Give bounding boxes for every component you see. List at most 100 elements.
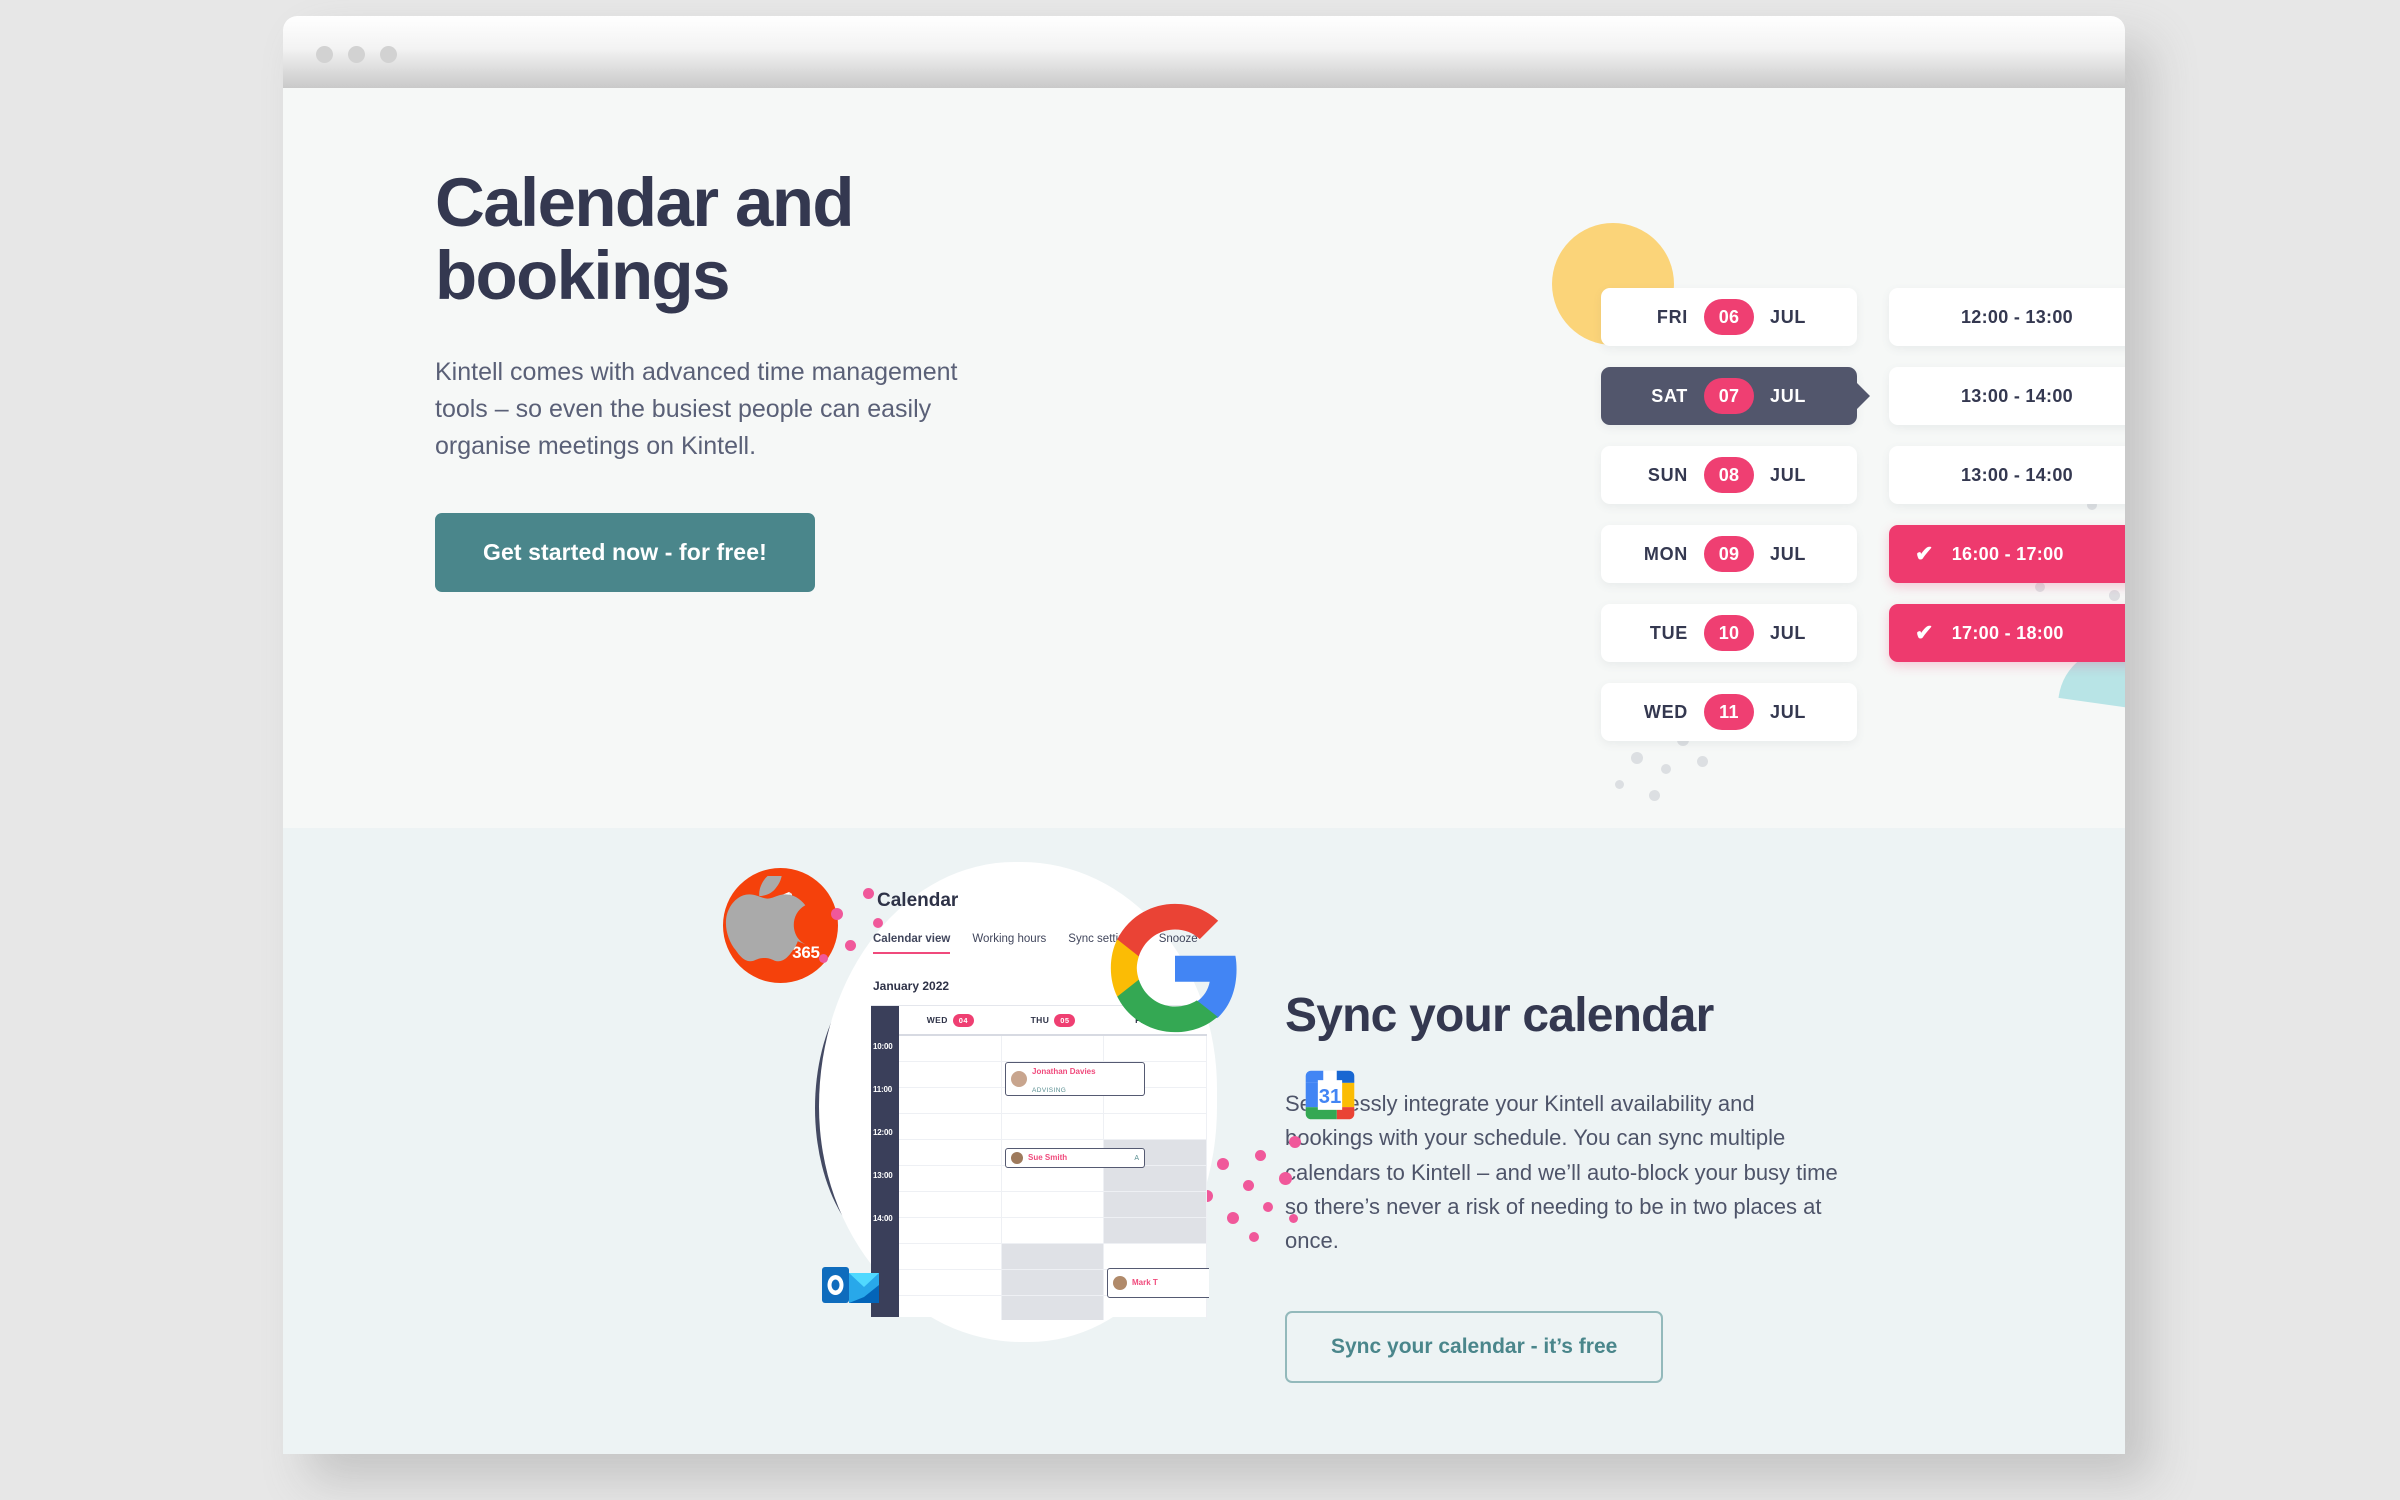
hero-section: Calendar and bookings Kintell comes with…: [283, 88, 2125, 828]
time-label: 10:00: [873, 1042, 893, 1051]
calendar-cell[interactable]: [899, 1166, 1002, 1191]
close-icon[interactable]: [316, 46, 333, 63]
day-option[interactable]: WED 11 JUL: [1601, 683, 1857, 741]
month-abbr: JUL: [1770, 385, 1807, 406]
apple-logo: [725, 876, 807, 962]
calendar-cell[interactable]: [899, 1088, 1002, 1113]
calendar-cell[interactable]: [1002, 1114, 1105, 1139]
calendar-cell[interactable]: [1002, 1218, 1105, 1243]
calendar-tab[interactable]: Calendar view: [873, 933, 951, 954]
slot-column: 12:00 - 13:00 13:00 - 14:00 13:00 - 14:00 ✔…: [1889, 288, 2125, 741]
time-slot-label: 13:00 - 14:00: [1961, 385, 2073, 406]
day-number: 10: [1704, 615, 1754, 651]
time-slot-option[interactable]: ✔ 16:00 - 17:00: [1889, 525, 2125, 583]
calendar-day-header: WED 04: [899, 1006, 1002, 1034]
calendar-row: [899, 1114, 1208, 1140]
calendar-cell[interactable]: [1002, 1192, 1105, 1217]
calendar-cell[interactable]: [1002, 1166, 1105, 1191]
page-viewport: Calendar and bookings Kintell comes with…: [283, 88, 2125, 1454]
day-of-week: WED: [926, 1015, 948, 1025]
day-number: 09: [1704, 536, 1754, 572]
day-option[interactable]: FRI 06 JUL: [1601, 288, 1857, 346]
get-started-button[interactable]: Get started now - for free!: [435, 513, 815, 593]
pink-dot-field-right: [1193, 1136, 1313, 1256]
day-of-week: TUE: [1649, 622, 1688, 643]
month-abbr: JUL: [1770, 701, 1807, 722]
calendar-cell[interactable]: [1002, 1036, 1105, 1061]
calendar-cell[interactable]: [899, 1140, 1002, 1165]
hero-copy: Calendar and bookings Kintell comes with…: [435, 164, 1075, 593]
calendar-cell[interactable]: [899, 1192, 1002, 1217]
calendar-cell[interactable]: [899, 1062, 1002, 1087]
day-of-week: WED: [1643, 701, 1688, 722]
event-name: Jonathan Davies: [1032, 1067, 1096, 1076]
calendar-cell[interactable]: [899, 1270, 1002, 1295]
time-label: 12:00: [873, 1128, 893, 1137]
calendar-cell[interactable]: [1001, 1296, 1105, 1320]
day-number: 08: [1704, 457, 1754, 493]
sync-description: Seamlessly integrate your Kintell availa…: [1285, 1091, 1838, 1254]
calendar-event[interactable]: Sue Smith A: [1005, 1148, 1145, 1168]
outlook-logo: [822, 1267, 879, 1303]
browser-chrome: [283, 16, 2125, 88]
day-number: 07: [1704, 378, 1754, 414]
day-option[interactable]: SUN 08 JUL: [1601, 446, 1857, 504]
calendar-row: [899, 1296, 1208, 1320]
time-label: 11:00: [873, 1085, 893, 1094]
sync-section: Sync your calendar Seamlessly integrate …: [283, 828, 2125, 1454]
minimize-icon[interactable]: [348, 46, 365, 63]
time-label: 14:00: [873, 1214, 893, 1223]
calendar-cell[interactable]: [1104, 1036, 1208, 1061]
day-column: FRI 06 JUL SAT 07 JUL SUN 08 JUL MON 09 JUL TUE 10 JUL…: [1601, 288, 1870, 741]
day-of-week: FRI: [1656, 306, 1688, 327]
hero-title-line-1: Calendar and: [435, 164, 855, 241]
browser-window: Calendar and bookings Kintell comes with…: [283, 16, 2125, 1454]
calendar-row: [899, 1036, 1208, 1062]
day-of-week: THU: [1030, 1015, 1050, 1025]
day-number: 04: [952, 1013, 974, 1027]
maximize-icon[interactable]: [380, 46, 397, 63]
time-slot-option[interactable]: ✔ 17:00 - 18:00: [1889, 604, 2125, 662]
time-label: 13:00: [873, 1171, 893, 1180]
calendar-row: [899, 1166, 1208, 1192]
day-number: 11: [1704, 694, 1754, 730]
calendar-cell[interactable]: [1104, 1218, 1208, 1243]
time-slot-option[interactable]: 13:00 - 14:00: [1889, 446, 2125, 504]
calendar-cell[interactable]: [1001, 1270, 1105, 1295]
calendar-cell[interactable]: [1104, 1244, 1208, 1269]
calendar-cell[interactable]: [1104, 1114, 1208, 1139]
calendar-event[interactable]: Mark T: [1107, 1268, 1209, 1298]
calendar-row: [899, 1244, 1208, 1270]
day-option[interactable]: MON 09 JUL: [1601, 525, 1857, 583]
sync-illustration: Calendar Calendar view Working hours Sync …: [723, 868, 1363, 1428]
month-abbr: JUL: [1770, 543, 1807, 564]
page-root: Calendar and bookings Kintell comes with…: [0, 0, 2400, 1500]
avatar: [1113, 1276, 1127, 1290]
calendar-event[interactable]: Jonathan Davies ADVISING: [1005, 1062, 1145, 1096]
day-option[interactable]: TUE 10 JUL: [1601, 604, 1857, 662]
calendar-cell[interactable]: [1104, 1296, 1208, 1320]
time-slot-option[interactable]: 13:00 - 14:00: [1889, 367, 2125, 425]
day-of-week: SUN: [1647, 464, 1688, 485]
time-slot-label: 17:00 - 18:00: [1951, 622, 2064, 643]
calendar-cell[interactable]: [899, 1244, 1002, 1269]
calendar-cell[interactable]: [899, 1114, 1002, 1139]
time-slot-label: 12:00 - 13:00: [1961, 306, 2073, 327]
google-calendar-logo: 31: [1305, 1070, 1355, 1120]
day-option[interactable]: SAT 07 JUL: [1601, 367, 1870, 425]
calendar-cell[interactable]: [1104, 1166, 1208, 1191]
calendar-cell[interactable]: [899, 1218, 1002, 1243]
calendar-cell[interactable]: [1104, 1192, 1208, 1217]
day-of-week: SAT: [1651, 385, 1688, 406]
day-of-week: MON: [1643, 543, 1688, 564]
google-logo: [1110, 903, 1237, 1033]
calendar-tab[interactable]: Working hours: [972, 933, 1046, 954]
calendar-cell[interactable]: [899, 1296, 1002, 1320]
event-name: Mark T: [1132, 1278, 1158, 1287]
calendar-cell[interactable]: [1001, 1244, 1105, 1269]
calendar-cell[interactable]: [899, 1036, 1002, 1061]
calendar-day-header: THU 05: [1002, 1006, 1105, 1034]
time-slot-option[interactable]: 12:00 - 13:00: [1889, 288, 2125, 346]
calendar-grid: 10:0011:0012:0013:0014:00 WED04THU05FRI0…: [871, 1005, 1209, 1320]
hero-title-line-2: bookings: [435, 237, 730, 315]
